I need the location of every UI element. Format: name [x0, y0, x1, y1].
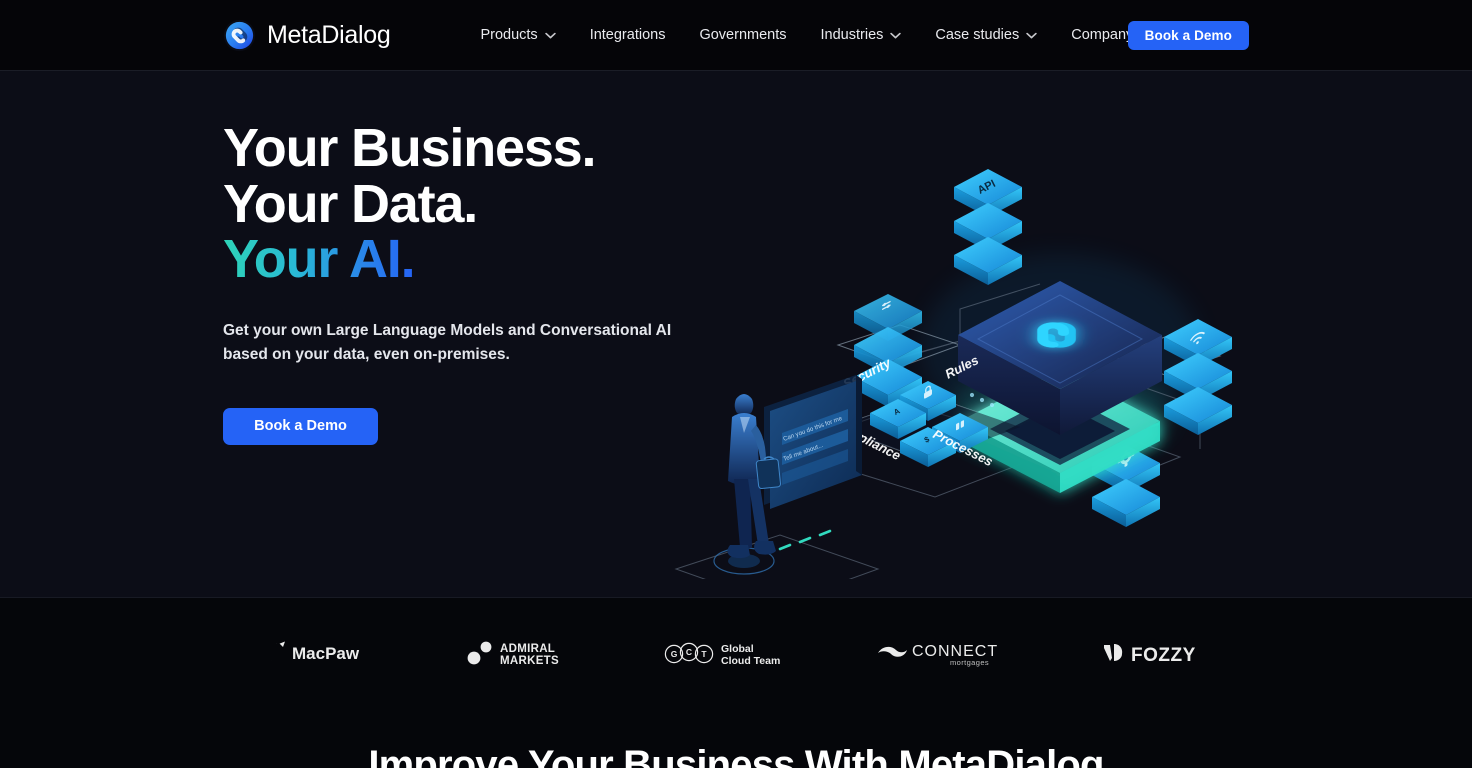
svg-text:G: G — [671, 649, 678, 659]
client-logo-macpaw: MacPaw — [211, 640, 421, 666]
nav-label: Industries — [820, 27, 884, 43]
svg-text:FOZZY: FOZZY — [1131, 645, 1196, 666]
section-title: Improve Your Business With MetaDialog — [368, 743, 1104, 768]
svg-text:MacPaw: MacPaw — [292, 644, 360, 663]
brand-name: MetaDialog — [267, 20, 391, 49]
hero-book-demo-button[interactable]: Book a Demo — [223, 407, 378, 445]
svg-text:MARKETS: MARKETS — [500, 655, 559, 667]
chevron-down-icon — [890, 32, 902, 39]
nav-label: Case studies — [935, 27, 1020, 43]
nav-label: Integrations — [589, 27, 666, 43]
svg-text:C: C — [686, 647, 692, 657]
nav-item-industries[interactable]: Industries — [804, 15, 919, 55]
chevron-down-icon — [1026, 32, 1037, 39]
improve-business-section: Improve Your Business With MetaDialog — [0, 708, 1472, 768]
client-logos-bar: MacPaw ADMIRAL MARKETS G C T Global Clou… — [0, 598, 1472, 708]
client-logo-connect-mortgages: CONNECT mortgages — [841, 639, 1051, 667]
macpaw-paw-icon — [267, 641, 285, 663]
svg-text:T: T — [701, 649, 707, 659]
nav-item-products[interactable]: Products — [463, 15, 572, 55]
admiral-dots-icon — [467, 641, 492, 665]
header-book-demo-button[interactable]: Book a Demo — [1127, 21, 1249, 50]
headline-line-3: Your AI. — [223, 229, 416, 290]
metadialog-knot-logo-icon — [223, 19, 256, 52]
fozzy-leaf-icon — [1104, 644, 1123, 661]
nav-item-case-studies[interactable]: Case studies — [918, 15, 1054, 55]
hero-subheading: Get your own Large Language Models and C… — [223, 321, 672, 363]
main-navigation: Products Integrations Governments Indust… — [463, 15, 1168, 55]
nav-label: Company — [1071, 27, 1134, 43]
site-header: MetaDialog Products Integrations Governm… — [0, 0, 1472, 71]
nav-item-integrations[interactable]: Integrations — [573, 15, 683, 55]
nav-label: Governments — [699, 27, 787, 43]
svg-text:mortgages: mortgages — [950, 658, 989, 667]
nav-item-governments[interactable]: Governments — [682, 15, 803, 55]
brand-logo-link[interactable]: MetaDialog — [223, 19, 391, 52]
chevron-down-icon — [544, 32, 556, 39]
svg-text:Global: Global — [721, 643, 754, 655]
client-logo-admiral-markets: ADMIRAL MARKETS — [421, 639, 631, 667]
client-logo-fozzy: FOZZY — [1051, 640, 1261, 666]
client-logo-global-cloud-team: G C T Global Cloud Team — [631, 638, 841, 668]
illustration-chat-screen: Can you do this for me Tell me about... — [764, 375, 862, 509]
nav-label: Products — [480, 27, 538, 43]
isometric-ai-platform-illustration: API A $ Security Rules Compliance Proces… — [660, 149, 1280, 579]
svg-text:ADMIRAL: ADMIRAL — [500, 643, 555, 655]
connect-swoosh-icon — [878, 646, 907, 657]
svg-text:Cloud Team: Cloud Team — [721, 655, 780, 667]
hero-section: Your Business. Your Data. Your AI. Get y… — [0, 71, 1472, 598]
